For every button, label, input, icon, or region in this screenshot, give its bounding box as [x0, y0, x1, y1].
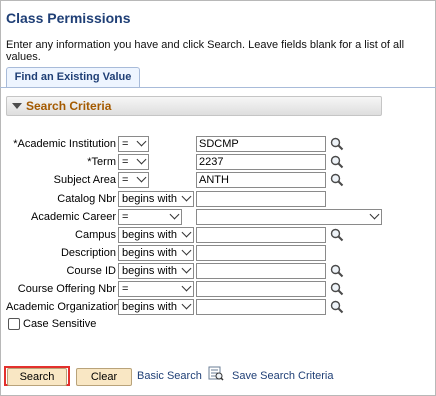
- academic-career-operator[interactable]: =: [118, 209, 182, 225]
- tab-find-existing-value[interactable]: Find an Existing Value: [6, 67, 140, 87]
- academic-organization-input[interactable]: [196, 299, 326, 315]
- chevron-down-icon: [181, 191, 192, 202]
- magnifier-icon[interactable]: [330, 228, 344, 242]
- chevron-down-icon: [136, 136, 147, 147]
- course-id-label: Course ID: [66, 265, 116, 277]
- magnifier-icon[interactable]: [330, 264, 344, 278]
- course-id-input[interactable]: [196, 263, 326, 279]
- magnifier-icon[interactable]: [330, 300, 344, 314]
- academic-career-select[interactable]: [196, 209, 382, 225]
- campus-operator[interactable]: begins with: [118, 227, 194, 243]
- save-search-icon[interactable]: [208, 365, 224, 381]
- course-id-operator[interactable]: begins with: [118, 263, 194, 279]
- chevron-down-icon: [181, 299, 192, 310]
- academic-career-label: Academic Career: [31, 211, 116, 223]
- clear-button[interactable]: Clear: [76, 368, 132, 386]
- operator-value: begins with: [122, 247, 178, 259]
- operator-value: begins with: [122, 265, 178, 277]
- chevron-down-icon: [136, 172, 147, 183]
- save-search-criteria-link[interactable]: Save Search Criteria: [232, 370, 334, 382]
- campus-input[interactable]: [196, 227, 326, 243]
- campus-label: Campus: [75, 229, 116, 241]
- subject-area-input[interactable]: ANTH: [196, 172, 326, 188]
- magnifier-icon[interactable]: [330, 155, 344, 169]
- catalog-nbr-label: Catalog Nbr: [57, 193, 116, 205]
- academic-institution-operator[interactable]: =: [118, 136, 149, 152]
- tab-divider: [0, 87, 436, 88]
- course-offering-nbr-label: Course Offering Nbr: [17, 283, 116, 295]
- triangle-down-icon[interactable]: [12, 103, 22, 109]
- chevron-down-icon: [136, 154, 147, 165]
- instructions-text: Enter any information you have and click…: [6, 39, 405, 63]
- subject-area-operator[interactable]: =: [118, 172, 149, 188]
- operator-value: begins with: [122, 301, 178, 313]
- subject-area-label: Subject Area: [53, 174, 116, 186]
- magnifier-icon[interactable]: [330, 137, 344, 151]
- catalog-nbr-input[interactable]: [196, 191, 326, 207]
- search-button[interactable]: Search: [7, 368, 67, 386]
- case-sensitive-checkbox[interactable]: [8, 318, 20, 330]
- chevron-down-icon: [181, 227, 192, 238]
- term-operator[interactable]: =: [118, 154, 149, 170]
- term-input[interactable]: 2237: [196, 154, 326, 170]
- course-offering-nbr-operator[interactable]: =: [118, 281, 194, 297]
- operator-value: =: [122, 283, 129, 295]
- page-title: Class Permissions: [6, 10, 131, 26]
- academic-institution-label: *Academic Institution: [13, 138, 116, 150]
- course-offering-nbr-input[interactable]: [196, 281, 326, 297]
- operator-value: begins with: [122, 229, 178, 241]
- description-input[interactable]: [196, 245, 326, 261]
- academic-organization-label: Academic Organization: [6, 301, 120, 313]
- operator-value: begins with: [122, 193, 178, 205]
- operator-value: =: [122, 211, 129, 223]
- magnifier-icon[interactable]: [330, 173, 344, 187]
- academic-organization-operator[interactable]: begins with: [118, 299, 194, 315]
- chevron-down-icon: [181, 281, 192, 292]
- operator-value: =: [122, 156, 129, 168]
- search-criteria-header[interactable]: Search Criteria: [6, 96, 382, 116]
- catalog-nbr-operator[interactable]: begins with: [118, 191, 194, 207]
- academic-institution-input[interactable]: SDCMP: [196, 136, 326, 152]
- search-criteria-title: Search Criteria: [26, 99, 112, 113]
- chevron-down-icon: [169, 209, 180, 220]
- magnifier-icon[interactable]: [330, 282, 344, 296]
- chevron-down-icon: [369, 209, 380, 220]
- operator-value: =: [122, 174, 129, 186]
- term-label: *Term: [87, 156, 116, 168]
- basic-search-link[interactable]: Basic Search: [137, 370, 202, 382]
- description-label: Description: [60, 247, 116, 259]
- operator-value: =: [122, 138, 129, 150]
- chevron-down-icon: [181, 245, 192, 256]
- case-sensitive-label: Case Sensitive: [23, 318, 97, 330]
- description-operator[interactable]: begins with: [118, 245, 194, 261]
- chevron-down-icon: [181, 263, 192, 274]
